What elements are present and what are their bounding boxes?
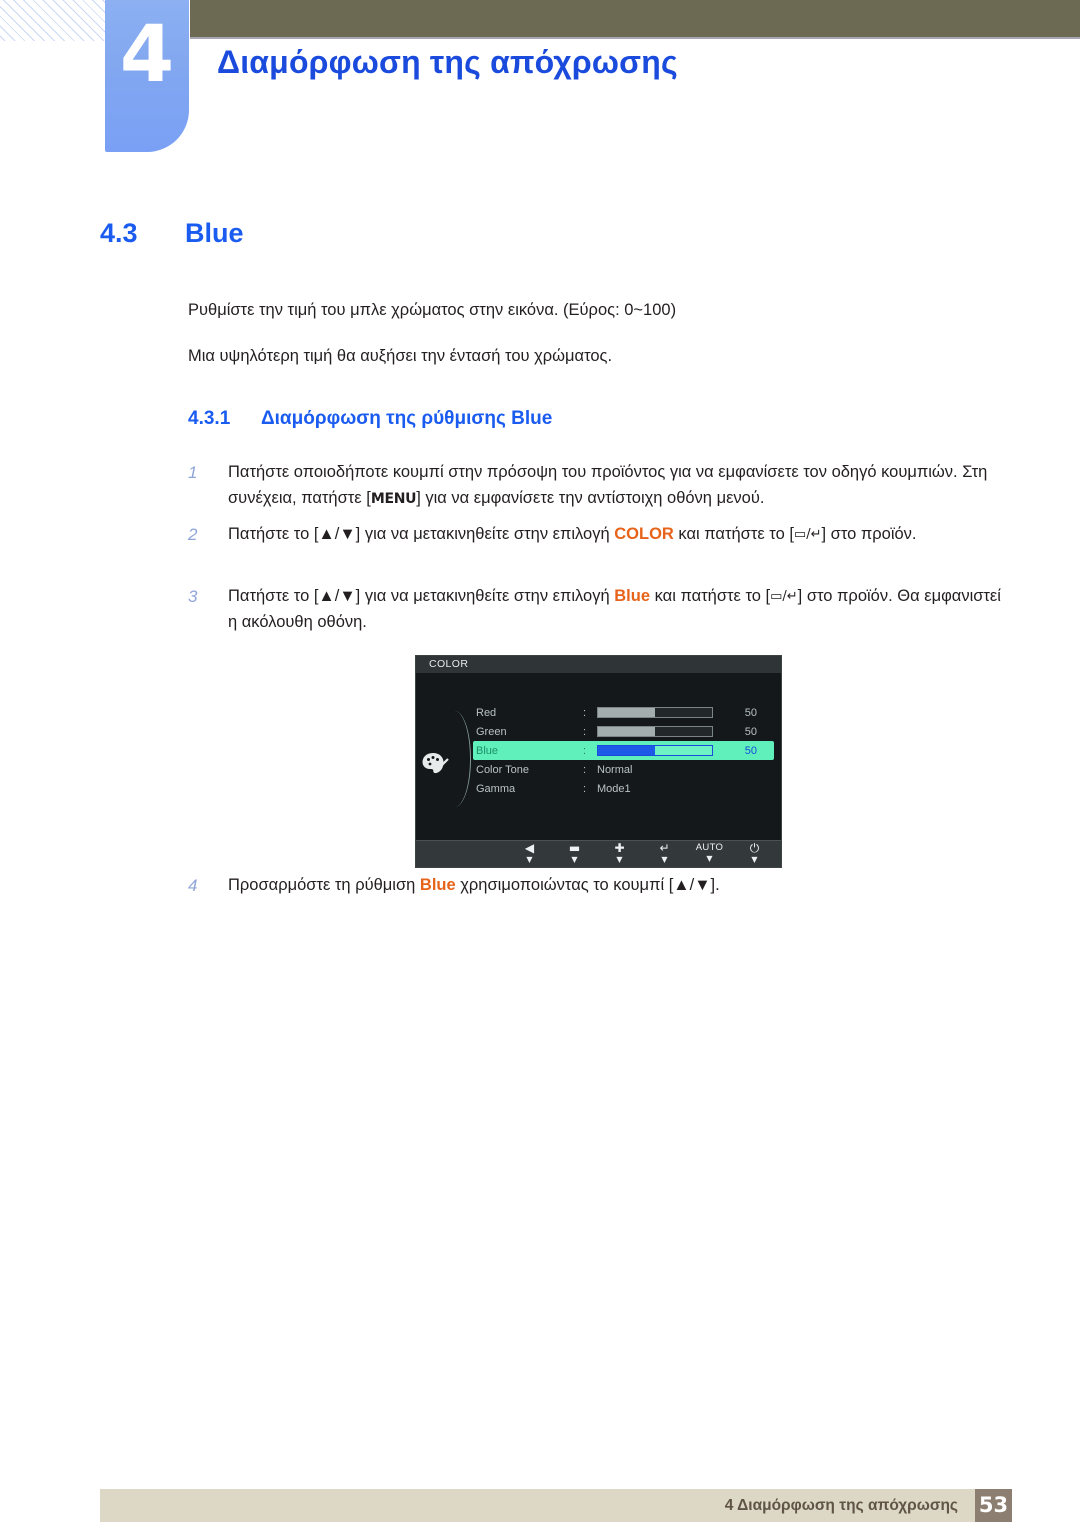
osd-row-value: Mode1	[597, 782, 631, 795]
chapter-title: Διαμόρφωση της απόχρωσης	[217, 44, 678, 80]
menu-keyword: Blue	[614, 587, 651, 605]
step-index: 3	[188, 587, 198, 606]
step-text: Προσαρμόστε τη ρύθμιση Blue χρησιμοποιών…	[228, 873, 1008, 899]
updown-arrow-icon: ▲/▼	[318, 525, 356, 543]
updown-arrow-icon: ▲/▼	[673, 876, 711, 894]
chapter-number: 4	[119, 10, 175, 100]
minus-icon: ▬	[568, 841, 581, 855]
step-item: 3 Πατήστε το [▲/▼] για να μετακινηθείτε …	[188, 584, 1008, 635]
step-item: 1 Πατήστε οποιοδήποτε κουμπί στην πρόσοψ…	[188, 460, 1008, 511]
section-heading: 4.3 Blue	[100, 218, 244, 249]
osd-row-colon: :	[583, 782, 587, 795]
osd-auto-button[interactable]: AUTO ▼	[687, 842, 732, 863]
osd-auto-label: AUTO	[695, 842, 724, 853]
osd-power-button[interactable]: ⏻ ▼	[732, 841, 777, 865]
menu-keyword: Blue	[419, 876, 456, 894]
source-enter-icon: ▭/↵	[770, 589, 798, 604]
step-index: 4	[188, 876, 198, 895]
osd-title: COLOR	[429, 658, 469, 670]
osd-row-label: Gamma	[476, 782, 516, 795]
down-tick-icon: ▼	[751, 855, 758, 864]
step-text-part: και πατήστε το [	[673, 525, 794, 543]
step-index: 2	[188, 525, 198, 544]
page-number: 53	[975, 1489, 1012, 1522]
osd-row-color-tone[interactable]: Color Tone : Normal	[476, 760, 776, 779]
osd-row-label: Red	[476, 706, 497, 719]
down-tick-icon: ▼	[616, 855, 623, 864]
osd-row-gamma[interactable]: Gamma : Mode1	[476, 779, 776, 798]
left-arrow-icon: ◀	[524, 841, 535, 855]
section-number: 4.3	[100, 218, 138, 248]
osd-slider-blue[interactable]	[597, 745, 713, 756]
osd-plus-button[interactable]: ✚ ▼	[597, 841, 642, 865]
down-tick-icon: ▼	[706, 854, 713, 863]
osd-footer-bar: ◀ ▼ ▬ ▼ ✚ ▼ ↵ ▼ AUTO ▼ ⏻ ▼	[416, 840, 781, 867]
osd-row-red[interactable]: Red : 50	[476, 703, 776, 722]
down-tick-icon: ▼	[571, 855, 578, 864]
osd-body: Red : 50 Green : 50 Blue : 50 Color Tone…	[416, 673, 781, 842]
step-text-part: ].	[710, 876, 720, 894]
step-item: 4 Προσαρμόστε τη ρύθμιση Blue χρησιμοποι…	[188, 873, 1008, 899]
down-tick-icon: ▼	[526, 855, 533, 864]
subsection-title: Διαμόρφωση της ρύθμισης Blue	[261, 408, 553, 429]
step-text-part: ] για να μετακινηθείτε στην επιλογή	[355, 525, 615, 543]
updown-arrow-icon: ▲/▼	[318, 587, 356, 605]
osd-slider-green[interactable]	[597, 726, 713, 737]
osd-row-value: 50	[744, 706, 757, 719]
header-hatch-decoration	[0, 0, 106, 41]
step-text-part: και πατήστε το [	[650, 587, 771, 605]
plus-icon: ✚	[614, 841, 625, 855]
osd-title-bar: COLOR	[416, 656, 781, 673]
step-text-part: Πατήστε το [	[228, 587, 319, 605]
step-text-part: Προσαρμόστε τη ρύθμιση	[228, 876, 420, 894]
step-text-part: ] για να εμφανίσετε την αντίστοιχη οθόνη…	[416, 488, 765, 507]
step-item: 2 Πατήστε το [▲/▼] για να μετακινηθείτε …	[188, 522, 1008, 548]
osd-button-guide: ◀ ▼ ▬ ▼ ✚ ▼ ↵ ▼ AUTO ▼ ⏻ ▼	[507, 841, 777, 865]
osd-row-list: Red : 50 Green : 50 Blue : 50 Color Tone…	[473, 703, 776, 798]
osd-row-colon: :	[583, 725, 587, 738]
step-index: 1	[188, 463, 198, 482]
down-tick-icon: ▼	[661, 855, 668, 864]
step-text-part: χρησιμοποιώντας το κουμπί [	[455, 876, 674, 894]
osd-row-value: 50	[744, 744, 757, 757]
osd-row-label: Green	[476, 725, 507, 738]
step-text: Πατήστε οποιοδήποτε κουμπί στην πρόσοψη …	[228, 460, 1008, 511]
osd-row-colon: :	[583, 744, 587, 757]
power-icon: ⏻	[749, 841, 760, 855]
osd-minus-button[interactable]: ▬ ▼	[552, 841, 597, 865]
osd-row-green[interactable]: Green : 50	[476, 722, 776, 741]
osd-slider-red[interactable]	[597, 707, 713, 718]
step-text-part: ] στο προϊόν.	[821, 525, 917, 543]
osd-screenshot: COLOR Red : 50 Green: 50 Blue: 50 Colo…	[415, 655, 782, 868]
section-intro-line-1: Ρυθμίστε την τιμή του μπλε χρώματος στην…	[188, 301, 677, 319]
osd-back-button[interactable]: ◀ ▼	[507, 841, 552, 865]
menu-key-label: MENU	[370, 490, 417, 507]
osd-row-value: 50	[744, 725, 757, 738]
enter-icon: ↵	[659, 841, 670, 855]
osd-row-label: Color Tone	[476, 763, 529, 776]
osd-row-colon: :	[583, 763, 587, 776]
step-text-part: Πατήστε το [	[228, 525, 319, 543]
step-text-part: ] για να μετακινηθείτε στην επιλογή	[355, 587, 615, 605]
section-intro-line-2: Μια υψηλότερη τιμή θα αυξήσει την έντασή…	[188, 347, 613, 365]
osd-row-blue[interactable]: Blue : 50	[473, 741, 774, 760]
step-text: Πατήστε το [▲/▼] για να μετακινηθείτε στ…	[228, 522, 1008, 548]
osd-enter-button[interactable]: ↵ ▼	[642, 841, 687, 865]
menu-keyword: COLOR	[614, 525, 674, 543]
osd-row-colon: :	[583, 706, 587, 719]
source-enter-icon: ▭/↵	[793, 527, 822, 542]
subsection-heading: 4.3.1 Διαμόρφωση της ρύθμισης Blue	[188, 408, 552, 430]
osd-row-label: Blue	[476, 744, 499, 757]
palette-icon	[421, 751, 451, 777]
header-olive-bar	[190, 0, 1080, 39]
subsection-number: 4.3.1	[188, 408, 231, 429]
step-text: Πατήστε το [▲/▼] για να μετακινηθείτε στ…	[228, 584, 1008, 635]
osd-row-value: Normal	[597, 763, 633, 776]
chapter-tab: 4	[105, 0, 189, 152]
section-title: Blue	[185, 218, 244, 248]
footer-chapter-label: 4 Διαμόρφωση της απόχρωσης	[724, 1497, 958, 1514]
